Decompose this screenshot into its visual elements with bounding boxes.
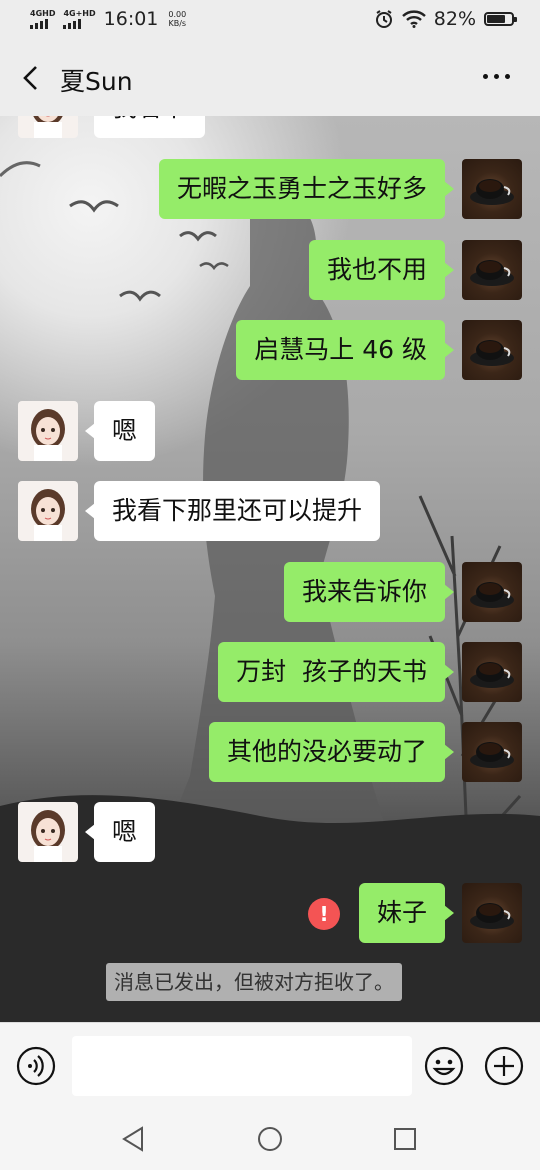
emoji-icon[interactable] (424, 1046, 464, 1086)
nav-home-icon[interactable] (255, 1124, 285, 1154)
contact-avatar[interactable] (18, 401, 78, 461)
message-bubble[interactable]: 我来告诉你 (283, 562, 455, 622)
message-bubble[interactable]: 其他的没必要动了 (208, 722, 455, 782)
system-nav-bar (0, 1108, 540, 1170)
chat-area[interactable]: 我看下 无暇之玉勇士之玉好多 我也不用 启慧马上 46 级 嗯 我看下那里还可以… (0, 116, 540, 1022)
message-bubble[interactable]: 我看下 (94, 116, 206, 138)
plus-icon[interactable] (484, 1046, 524, 1086)
message-input[interactable] (72, 1036, 412, 1096)
message-bubble[interactable]: 嗯 (84, 401, 156, 461)
message-bubble[interactable]: 我看下那里还可以提升 (84, 481, 381, 541)
input-bar (0, 1022, 540, 1108)
sim1-signal-icon: 4GHD (30, 8, 56, 29)
contact-avatar[interactable] (18, 481, 78, 541)
message-bubble[interactable]: 启慧马上 46 级 (236, 320, 454, 380)
background-image (0, 161, 540, 1022)
message-bubble[interactable]: 嗯 (84, 802, 156, 862)
my-avatar[interactable] (462, 320, 522, 380)
message-bubble[interactable]: 万封 孩子的天书 (218, 642, 454, 702)
my-avatar[interactable] (462, 883, 522, 943)
battery-icon (484, 12, 517, 26)
chat-title: 夏Sun (60, 67, 133, 96)
sim2-signal-icon: 4G+HD (63, 8, 96, 29)
message-bubble[interactable]: 我也不用 (308, 240, 455, 300)
alarm-icon (375, 10, 392, 28)
status-bar: 4GHD 4G+HD 16:01 0.00 KB/s 82% (0, 0, 540, 40)
my-avatar[interactable] (462, 642, 522, 702)
message-bubble[interactable]: 无暇之玉勇士之玉好多 (158, 159, 455, 219)
battery-percent: 82% (433, 8, 476, 30)
voice-icon[interactable] (16, 1046, 56, 1086)
system-notice: 消息已发出，但被对方拒收了。 (106, 963, 402, 1001)
send-failed-icon[interactable]: ! (308, 898, 340, 930)
sim1-label: 4GHD (30, 8, 56, 18)
wifi-icon (401, 10, 426, 28)
net-speed-value: 0.00 (168, 10, 187, 19)
nav-recent-icon[interactable] (390, 1124, 420, 1154)
chevron-left-icon[interactable] (18, 64, 44, 92)
nav-back-icon[interactable] (118, 1124, 148, 1154)
net-speed: 0.00 KB/s (168, 10, 186, 28)
sim2-label: 4G+HD (63, 8, 96, 18)
my-avatar[interactable] (462, 159, 522, 219)
my-avatar[interactable] (462, 240, 522, 300)
contact-avatar[interactable] (18, 802, 78, 862)
more-dots-icon[interactable] (483, 74, 510, 79)
my-avatar[interactable] (462, 562, 522, 622)
status-time: 16:01 (103, 8, 159, 30)
contact-avatar[interactable] (18, 116, 78, 138)
chat-header: 夏Sun (0, 40, 540, 116)
my-avatar[interactable] (462, 722, 522, 782)
net-speed-unit: KB/s (168, 19, 187, 28)
message-bubble[interactable]: 妹子 (358, 883, 455, 943)
